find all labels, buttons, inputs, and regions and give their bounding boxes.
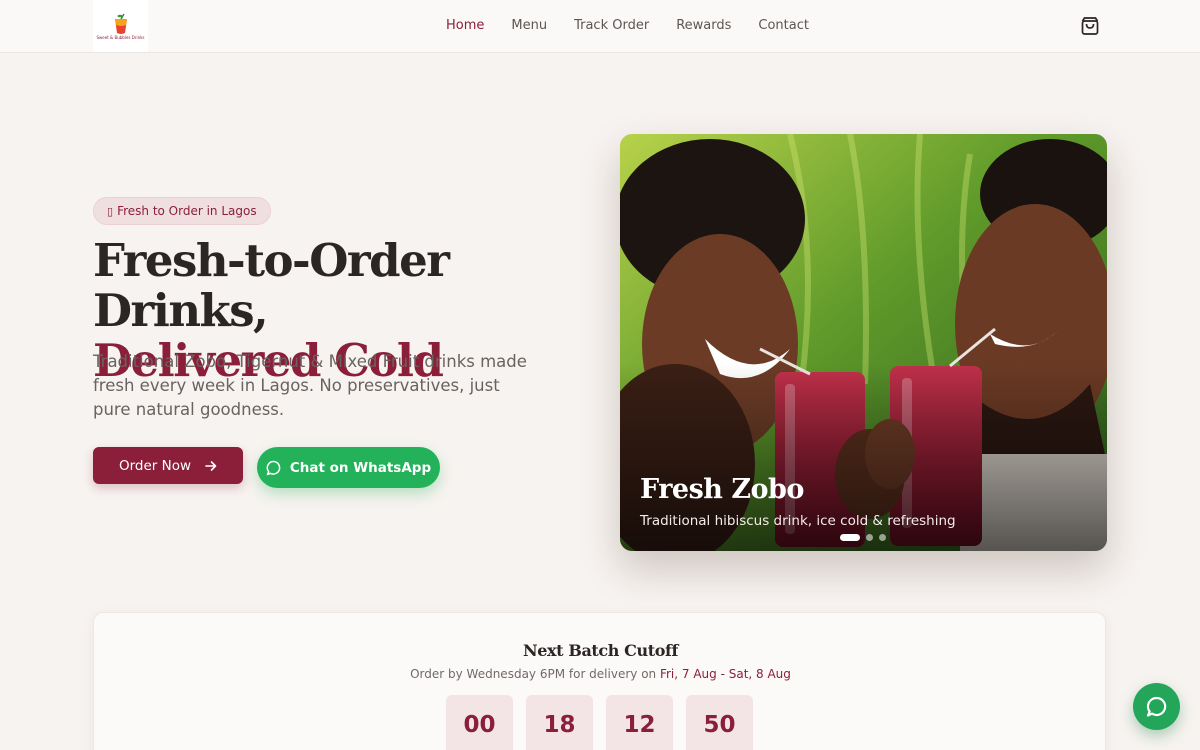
slider-dots — [840, 534, 886, 541]
countdown-value: 50 — [686, 695, 753, 750]
badge-label: Fresh to Order in Lagos — [117, 204, 257, 218]
slide-title: Fresh Zobo — [640, 474, 804, 505]
drink-logo-icon — [114, 13, 127, 34]
cart-button[interactable] — [1079, 15, 1101, 37]
nav-links: Home Menu Track Order Rewards Contact — [446, 18, 809, 33]
nav-link-rewards[interactable]: Rewards — [676, 18, 731, 33]
countdown-timer: 00 18 12 50 — [446, 695, 753, 750]
slider-dot-3[interactable] — [879, 534, 886, 541]
countdown-value: 00 — [446, 695, 513, 750]
countdown-subtitle: Order by Wednesday 6PM for delivery on F… — [94, 667, 1107, 681]
countdown-title: Next Batch Cutoff — [523, 641, 678, 660]
shopping-bag-icon — [1081, 17, 1099, 35]
slider-dot-1[interactable] — [840, 534, 860, 541]
countdown-value: 18 — [526, 695, 593, 750]
brand-logo[interactable]: Sweet & Bubbles Drinks — [93, 0, 148, 52]
order-now-button[interactable]: Order Now — [93, 447, 243, 484]
hero-slider[interactable]: Fresh Zobo Traditional hibiscus drink, i… — [620, 134, 1107, 551]
chat-bubble-icon — [1146, 696, 1166, 717]
batch-cutoff-card: Next Batch Cutoff Order by Wednesday 6PM… — [93, 612, 1106, 750]
nav-link-contact[interactable]: Contact — [758, 18, 809, 33]
chat-bubble-icon — [266, 460, 281, 475]
countdown-subtitle-text: Order by Wednesday 6PM for delivery on — [410, 667, 660, 681]
nav-link-menu[interactable]: Menu — [511, 18, 547, 33]
whatsapp-chat-button[interactable]: Chat on WhatsApp — [257, 447, 440, 488]
floating-chat-button[interactable] — [1133, 683, 1180, 730]
countdown-value: 12 — [606, 695, 673, 750]
nav-link-track-order[interactable]: Track Order — [574, 18, 649, 33]
logo-text: Sweet & Bubbles Drinks — [96, 34, 145, 40]
hero-description: Traditional Zobo, Tigernut & Mixed Fruit… — [93, 352, 527, 419]
arrow-right-icon — [205, 460, 217, 471]
whatsapp-chat-label: Chat on WhatsApp — [289, 459, 432, 476]
slide-subtitle: Traditional hibiscus drink, ice cold & r… — [640, 513, 956, 529]
slider-dot-2[interactable] — [866, 534, 873, 541]
hero-badge: ▯ Fresh to Order in Lagos — [93, 197, 271, 225]
countdown-delivery-dates: Fri, 7 Aug - Sat, 8 Aug — [659, 667, 791, 681]
order-now-label: Order Now — [118, 457, 192, 474]
nav-link-home[interactable]: Home — [446, 18, 484, 33]
hero-title-line1: Fresh-to-Order Drinks, — [93, 234, 450, 337]
badge-icon: ▯ — [107, 204, 114, 218]
top-navbar: Sweet & Bubbles Drinks Home Menu Track O… — [0, 0, 1200, 53]
